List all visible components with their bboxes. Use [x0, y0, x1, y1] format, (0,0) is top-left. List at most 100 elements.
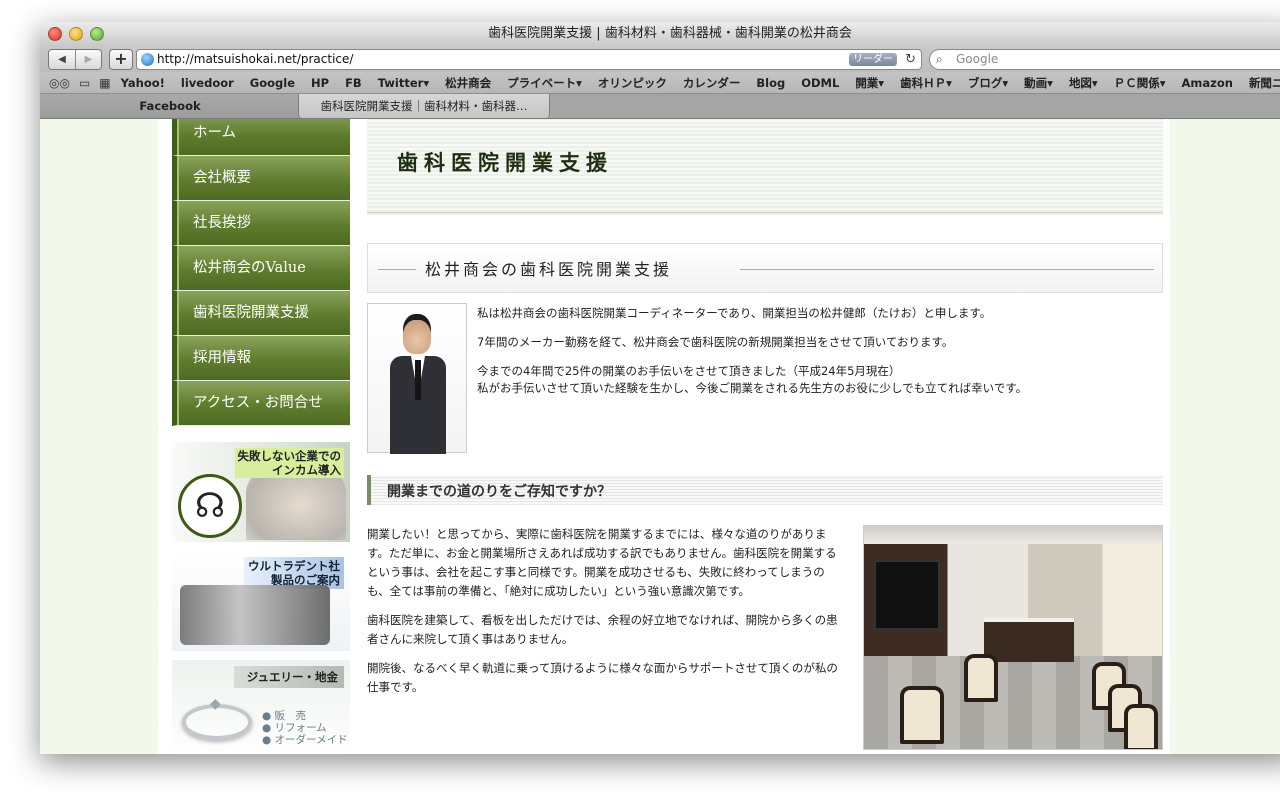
intro-paragraph: 7年間のメーカー勤務を経て、松井商会で歯科医院の新規開業担当をさせて頂いておりま…: [477, 335, 954, 349]
minimize-window-icon[interactable]: [69, 27, 83, 41]
sidebar-item-company[interactable]: 会社概要: [172, 156, 350, 201]
person-tie: [415, 360, 421, 400]
diamond-icon: ◆: [210, 696, 221, 712]
clinic-chair: [1124, 704, 1158, 749]
search-placeholder: Google: [956, 52, 999, 66]
url-text: http://matsuishokai.net/practice/: [157, 52, 354, 66]
sidebar-item-practice[interactable]: 歯科医院開業支援: [172, 291, 350, 336]
bookmark-item[interactable]: Yahoo!: [121, 76, 165, 90]
nav-buttons: ◀ ▶: [48, 49, 102, 70]
road-text: 開業したい！と思ってから、実際に歯科医院を開業するまでには、様々な道のりがありま…: [367, 525, 841, 697]
title-bar: 歯科医院開業支援 | 歯科材料・歯科器械・歯科開業の松井商会: [40, 22, 1280, 46]
bookmark-item[interactable]: 地図▾: [1069, 75, 1098, 91]
top-sites-grid-icon[interactable]: ▦: [99, 76, 110, 90]
zoom-window-icon[interactable]: [90, 27, 104, 41]
coordinator-photo: [367, 303, 467, 454]
sidebar-item-access[interactable]: アクセス・お問合せ: [172, 381, 350, 426]
person-figure: [390, 320, 446, 454]
section-rule-left: [378, 269, 416, 270]
web-page: ホーム 会社概要 社長挨拶 松井商会のValue 歯科医院開業支援 採用情報 ア…: [40, 119, 1280, 754]
bookmark-item[interactable]: Twitter▾: [378, 76, 429, 90]
coordinator-intro: 私は松井商会の歯科医院開業コーディネーターであり、開業担当の松井健郎（たけお）と…: [367, 303, 1163, 454]
sidebar-item-home[interactable]: ホーム: [172, 119, 350, 156]
banner-incom-line2: インカム導入: [272, 463, 341, 477]
banner-jewelry-list: ● 販 売 ● リフォーム ● オーダーメイド: [262, 710, 348, 746]
page-title: 歯科医院開業支援: [397, 151, 613, 175]
road-paragraph: 開院後、なるべく早く軌道に乗って頂けるように様々な面からサポートさせて頂くのが私…: [367, 661, 838, 694]
clinic-ceiling: [864, 526, 1162, 544]
intro-line: 今までの4年間で25件の開業のお手伝いをさせて頂きました（平成24年5月現在）: [477, 364, 901, 378]
bookmarks-bar: ◎◎ ▭ ▦ Yahoo! livedoor Google HP FB Twit…: [40, 72, 1280, 94]
bookmark-item[interactable]: 歯科ＨＰ▾: [900, 75, 952, 91]
banner-ultradent[interactable]: ウルトラデント社 製品のご案内: [172, 551, 350, 651]
address-bar[interactable]: http://matsuishokai.net/practice/ リーダー ↻: [136, 49, 922, 70]
close-window-icon[interactable]: [48, 27, 62, 41]
road-paragraph: 開業したい！と思ってから、実際に歯科医院を開業するまでには、様々な道のりがありま…: [367, 527, 837, 598]
sidebar-nav: ホーム 会社概要 社長挨拶 松井商会のValue 歯科医院開業支援 採用情報 ア…: [172, 119, 350, 754]
jewelry-item: ● リフォーム: [262, 722, 327, 734]
bookmark-item[interactable]: Amazon: [1182, 76, 1233, 90]
search-input[interactable]: ⌕ Google: [929, 49, 1280, 70]
road-title: 開業までの道のりをご存知ですか？: [387, 484, 611, 500]
dental-product-photo: [180, 585, 330, 645]
banner-incom-line1: 失敗しない企業での: [237, 449, 342, 463]
tab-practice-active[interactable]: 歯科医院開業支援｜歯科材料・歯科器…: [298, 94, 550, 118]
banner-jewelry-title: ジュエリー・地金: [234, 666, 344, 688]
banner-jewelry[interactable]: ジュエリー・地金 ◆ ● 販 売 ● リフォーム ● オーダーメイド: [172, 660, 350, 754]
bookmark-item[interactable]: Google: [250, 76, 295, 90]
bookmark-item[interactable]: ＰＣ関係▾: [1114, 75, 1166, 91]
road-paragraph: 歯科医院を建築して、看板を出しただけでは、余程の好立地でなければ、開院から多くの…: [367, 613, 838, 646]
reader-button[interactable]: リーダー: [849, 53, 897, 66]
banner-incom[interactable]: ☊ 失敗しない企業での インカム導入: [172, 442, 350, 542]
section-rule-right: [740, 269, 1154, 270]
bookmarks-book-icon[interactable]: ▭: [79, 76, 90, 90]
clinic-photo: [863, 525, 1163, 750]
tab-facebook[interactable]: Facebook: [40, 94, 300, 118]
sidebar-item-value[interactable]: 松井商会のValue: [172, 246, 350, 291]
toolbar: ◀ ▶ + http://matsuishokai.net/practice/ …: [40, 46, 1280, 72]
intro-text: 私は松井商会の歯科医院開業コーディネーターであり、開業担当の松井健郎（たけお）と…: [477, 305, 1163, 397]
intro-paragraph: 今までの4年間で25件の開業のお手伝いをさせて頂きました（平成24年5月現在） …: [477, 363, 1163, 397]
sidebar-item-greeting[interactable]: 社長挨拶: [172, 201, 350, 246]
person-head: [403, 320, 431, 354]
bookmark-item[interactable]: カレンダー: [683, 75, 741, 91]
bookmark-item[interactable]: HP: [311, 76, 329, 90]
main-content: 歯科医院開業支援 松井商会の歯科医院開業支援 私は松井商会の歯科医院開業コーディ…: [367, 119, 1163, 750]
back-button[interactable]: ◀: [49, 50, 75, 69]
clinic-chair: [964, 654, 998, 702]
bookmark-item[interactable]: ODML: [801, 76, 839, 90]
clinic-chair: [900, 686, 944, 744]
bookmark-item[interactable]: 開業▾: [855, 75, 884, 91]
bookmark-item[interactable]: livedoor: [181, 76, 234, 90]
bookmark-item[interactable]: Blog: [756, 76, 785, 90]
reading-list-icon[interactable]: ◎◎: [49, 76, 70, 90]
bookmark-item[interactable]: オリンピック: [598, 75, 667, 91]
window-title: 歯科医院開業支援 | 歯科材料・歯科器械・歯科開業の松井商会: [488, 26, 852, 41]
bookmark-item[interactable]: FB: [345, 76, 362, 90]
clinic-counter: [984, 618, 1074, 662]
globe-icon: [141, 53, 154, 66]
section-header: 松井商会の歯科医院開業支援: [367, 243, 1163, 293]
clinic-tv: [874, 560, 940, 630]
bookmark-item[interactable]: 新聞ニュース▾: [1249, 75, 1280, 91]
add-bookmark-button[interactable]: +: [109, 49, 133, 70]
section-title: 松井商会の歯科医院開業支援: [425, 260, 673, 279]
bookmark-item[interactable]: ブログ▾: [968, 75, 1008, 91]
browser-window: 歯科医院開業支援 | 歯科材料・歯科器械・歯科開業の松井商会 ◀ ▶ + htt…: [40, 22, 1280, 754]
bookmark-item[interactable]: 動画▾: [1024, 75, 1053, 91]
search-icon: ⌕: [936, 52, 943, 66]
reload-icon[interactable]: ↻: [905, 50, 916, 69]
window-controls: [48, 27, 104, 41]
forward-button[interactable]: ▶: [75, 50, 101, 69]
intro-paragraph: 私は松井商会の歯科医院開業コーディネーターであり、開業担当の松井健郎（たけお）と…: [477, 306, 992, 320]
jewelry-item: ● 販 売: [262, 710, 306, 722]
bookmark-item[interactable]: 松井商会: [445, 75, 491, 91]
headset-icon: ☊: [178, 474, 242, 538]
intro-line: 私がお手伝いさせて頂いた経験を生かし、今後ご開業をされる先生方のお役に少しでも立…: [477, 381, 1028, 395]
road-content: 開業したい！と思ってから、実際に歯科医院を開業するまでには、様々な道のりがありま…: [367, 525, 1163, 750]
banner-incom-title: 失敗しない企業での インカム導入: [234, 448, 344, 478]
sidebar-item-recruit[interactable]: 採用情報: [172, 336, 350, 381]
banner-ultradent-line1: ウルトラデント社: [248, 559, 340, 573]
bookmark-item[interactable]: プライベート▾: [507, 75, 582, 91]
tab-bar: Facebook 歯科医院開業支援｜歯科材料・歯科器…: [40, 94, 1280, 119]
